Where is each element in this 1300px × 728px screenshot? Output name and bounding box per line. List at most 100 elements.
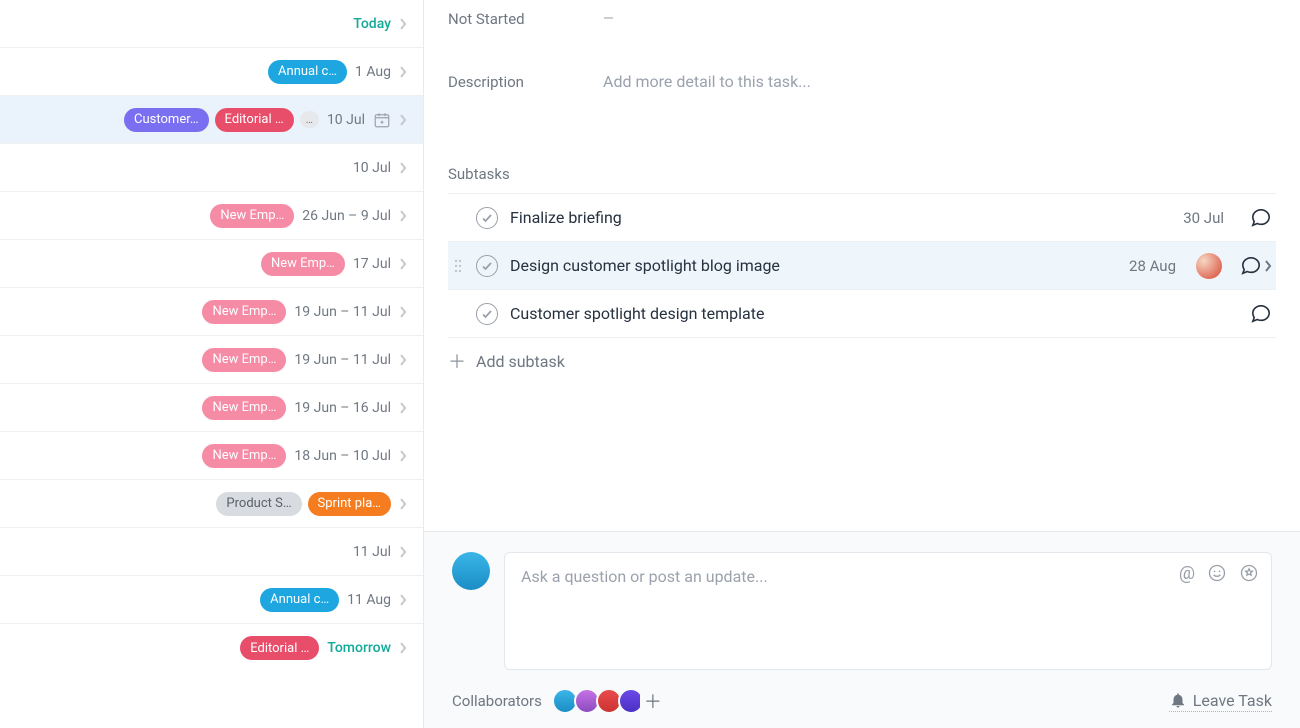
task-date: 10 Jul — [327, 112, 365, 128]
task-list-row[interactable]: Editorial … Tomorrow — [0, 624, 423, 672]
subtask-comments-button[interactable] — [1244, 304, 1272, 324]
subtask-row[interactable]: Customer spotlight design template — [448, 290, 1276, 338]
task-list-row[interactable]: Product S… Sprint pla… — [0, 480, 423, 528]
bell-icon — [1169, 691, 1187, 709]
task-list-row[interactable]: New Emp… 19 Jun – 16 Jul — [0, 384, 423, 432]
project-pill[interactable]: New Emp… — [210, 204, 294, 228]
emoji-icon[interactable] — [1207, 563, 1227, 584]
status-label: Not Started — [448, 10, 603, 28]
comment-icon — [1250, 304, 1272, 324]
project-pill[interactable]: New Emp… — [202, 348, 286, 372]
task-date: 18 Jun – 10 Jul — [294, 448, 391, 464]
status-value[interactable]: — — [603, 11, 614, 27]
complete-checkbox[interactable] — [476, 255, 498, 277]
chevron-right-icon[interactable] — [399, 544, 407, 560]
chevron-right-icon[interactable] — [399, 16, 407, 32]
project-pill[interactable]: Product S… — [216, 492, 301, 516]
task-date: Tomorrow — [327, 640, 391, 656]
collaborators-label: Collaborators — [452, 692, 542, 710]
task-list-row[interactable]: Annual c… 1 Aug — [0, 48, 423, 96]
comment-tools: @ — [1179, 563, 1259, 584]
project-pill[interactable]: New Emp… — [202, 396, 286, 420]
task-list-row[interactable]: New Emp…17 Jul — [0, 240, 423, 288]
task-date: 19 Jun – 16 Jul — [294, 400, 391, 416]
task-date: 19 Jun – 11 Jul — [294, 352, 391, 368]
task-date: 19 Jun – 11 Jul — [294, 304, 391, 320]
task-list-row[interactable]: Customer…Editorial … … 10 Jul — [0, 96, 423, 144]
comment-icon — [1250, 208, 1272, 228]
chevron-right-icon[interactable] — [399, 256, 407, 272]
task-list-row[interactable]: 11 Jul — [0, 528, 423, 576]
assignee-avatar[interactable] — [1196, 253, 1222, 279]
leave-task-button[interactable]: Leave Task — [1169, 691, 1272, 712]
project-pill[interactable]: Editorial … — [215, 108, 294, 132]
subtask-date: 28 Aug — [1129, 257, 1184, 275]
complete-checkbox[interactable] — [476, 303, 498, 325]
chevron-right-icon[interactable] — [399, 448, 407, 464]
task-detail-pane: Not Started — Description Add more detai… — [423, 0, 1300, 728]
task-list-row[interactable]: 10 Jul — [0, 144, 423, 192]
chevron-right-icon[interactable] — [399, 352, 407, 368]
project-pill[interactable]: New Emp… — [202, 444, 286, 468]
leave-task-label: Leave Task — [1193, 691, 1272, 710]
task-list-row[interactable]: New Emp… 18 Jun – 10 Jul — [0, 432, 423, 480]
subtask-row[interactable]: Finalize briefing 30 Jul — [448, 194, 1276, 242]
task-date: 11 Jul — [353, 544, 391, 560]
comment-icon — [1240, 256, 1262, 276]
project-pill[interactable]: Editorial … — [240, 636, 319, 660]
complete-checkbox[interactable] — [476, 207, 498, 229]
star-icon[interactable] — [1239, 563, 1259, 584]
add-collaborator-button[interactable]: ＋ — [640, 688, 666, 714]
description-row: Description Add more detail to this task… — [424, 62, 1300, 101]
subtask-title[interactable]: Finalize briefing — [510, 208, 1171, 227]
mention-icon[interactable]: @ — [1179, 563, 1195, 584]
task-date: 10 Jul — [353, 160, 391, 176]
project-pill[interactable]: Customer… — [124, 108, 209, 132]
chevron-right-icon[interactable] — [399, 112, 407, 128]
task-list-row[interactable]: New Emp… 26 Jun – 9 Jul — [0, 192, 423, 240]
subtask-title[interactable]: Customer spotlight design template — [510, 304, 1232, 323]
chevron-right-icon[interactable] — [399, 304, 407, 320]
task-date: 26 Jun – 9 Jul — [302, 208, 391, 224]
project-pill[interactable]: Annual c… — [268, 60, 347, 84]
plus-icon: ＋ — [448, 348, 466, 374]
calendar-icon[interactable] — [373, 111, 391, 129]
chevron-right-icon[interactable] — [399, 496, 407, 512]
more-pills-indicator[interactable]: … — [300, 111, 319, 128]
task-date: 11 Aug — [347, 592, 391, 608]
drag-handle-icon[interactable] — [452, 258, 464, 274]
task-date: Today — [353, 16, 391, 32]
project-pill[interactable]: New Emp… — [261, 252, 345, 276]
task-list-row[interactable]: Today — [0, 0, 423, 48]
task-list-row[interactable]: Annual c… 11 Aug — [0, 576, 423, 624]
comment-input[interactable]: Ask a question or post an update... @ — [504, 552, 1272, 670]
status-row: Not Started — — [424, 0, 1300, 38]
chevron-right-icon[interactable] — [399, 208, 407, 224]
project-pill[interactable]: Annual c… — [260, 588, 339, 612]
subtask-date: 30 Jul — [1183, 209, 1232, 227]
add-subtask-button[interactable]: ＋ Add subtask — [424, 338, 1300, 384]
description-input[interactable]: Add more detail to this task... — [603, 72, 811, 91]
subtask-title[interactable]: Design customer spotlight blog image — [510, 256, 1117, 275]
chevron-right-icon[interactable] — [399, 400, 407, 416]
collaborator-avatars: ＋ — [556, 688, 666, 714]
project-pill[interactable]: New Emp… — [202, 300, 286, 324]
task-list-row[interactable]: New Emp… 19 Jun – 11 Jul — [0, 336, 423, 384]
subtask-row[interactable]: Design customer spotlight blog image 28 A… — [448, 242, 1276, 290]
task-list-sidebar: TodayAnnual c…1 AugCustomer…Editorial ……… — [0, 0, 423, 728]
subtask-comments-button[interactable] — [1234, 256, 1272, 276]
comment-placeholder: Ask a question or post an update... — [521, 567, 1255, 586]
subtask-list: Finalize briefing 30 Jul Design customer s… — [448, 193, 1276, 338]
chevron-right-icon[interactable] — [399, 592, 407, 608]
task-date: 1 Aug — [355, 64, 391, 80]
chevron-right-icon[interactable] — [399, 640, 407, 656]
task-list-row[interactable]: New Emp… 19 Jun – 11 Jul — [0, 288, 423, 336]
comment-region: Ask a question or post an update... @ Co… — [424, 531, 1300, 728]
chevron-right-icon[interactable] — [399, 64, 407, 80]
subtask-comments-button[interactable] — [1244, 208, 1272, 228]
chevron-right-icon[interactable] — [399, 160, 407, 176]
description-label: Description — [448, 73, 603, 91]
project-pill[interactable]: Sprint pla… — [308, 492, 391, 516]
add-subtask-label: Add subtask — [476, 352, 565, 371]
current-user-avatar — [452, 552, 490, 590]
